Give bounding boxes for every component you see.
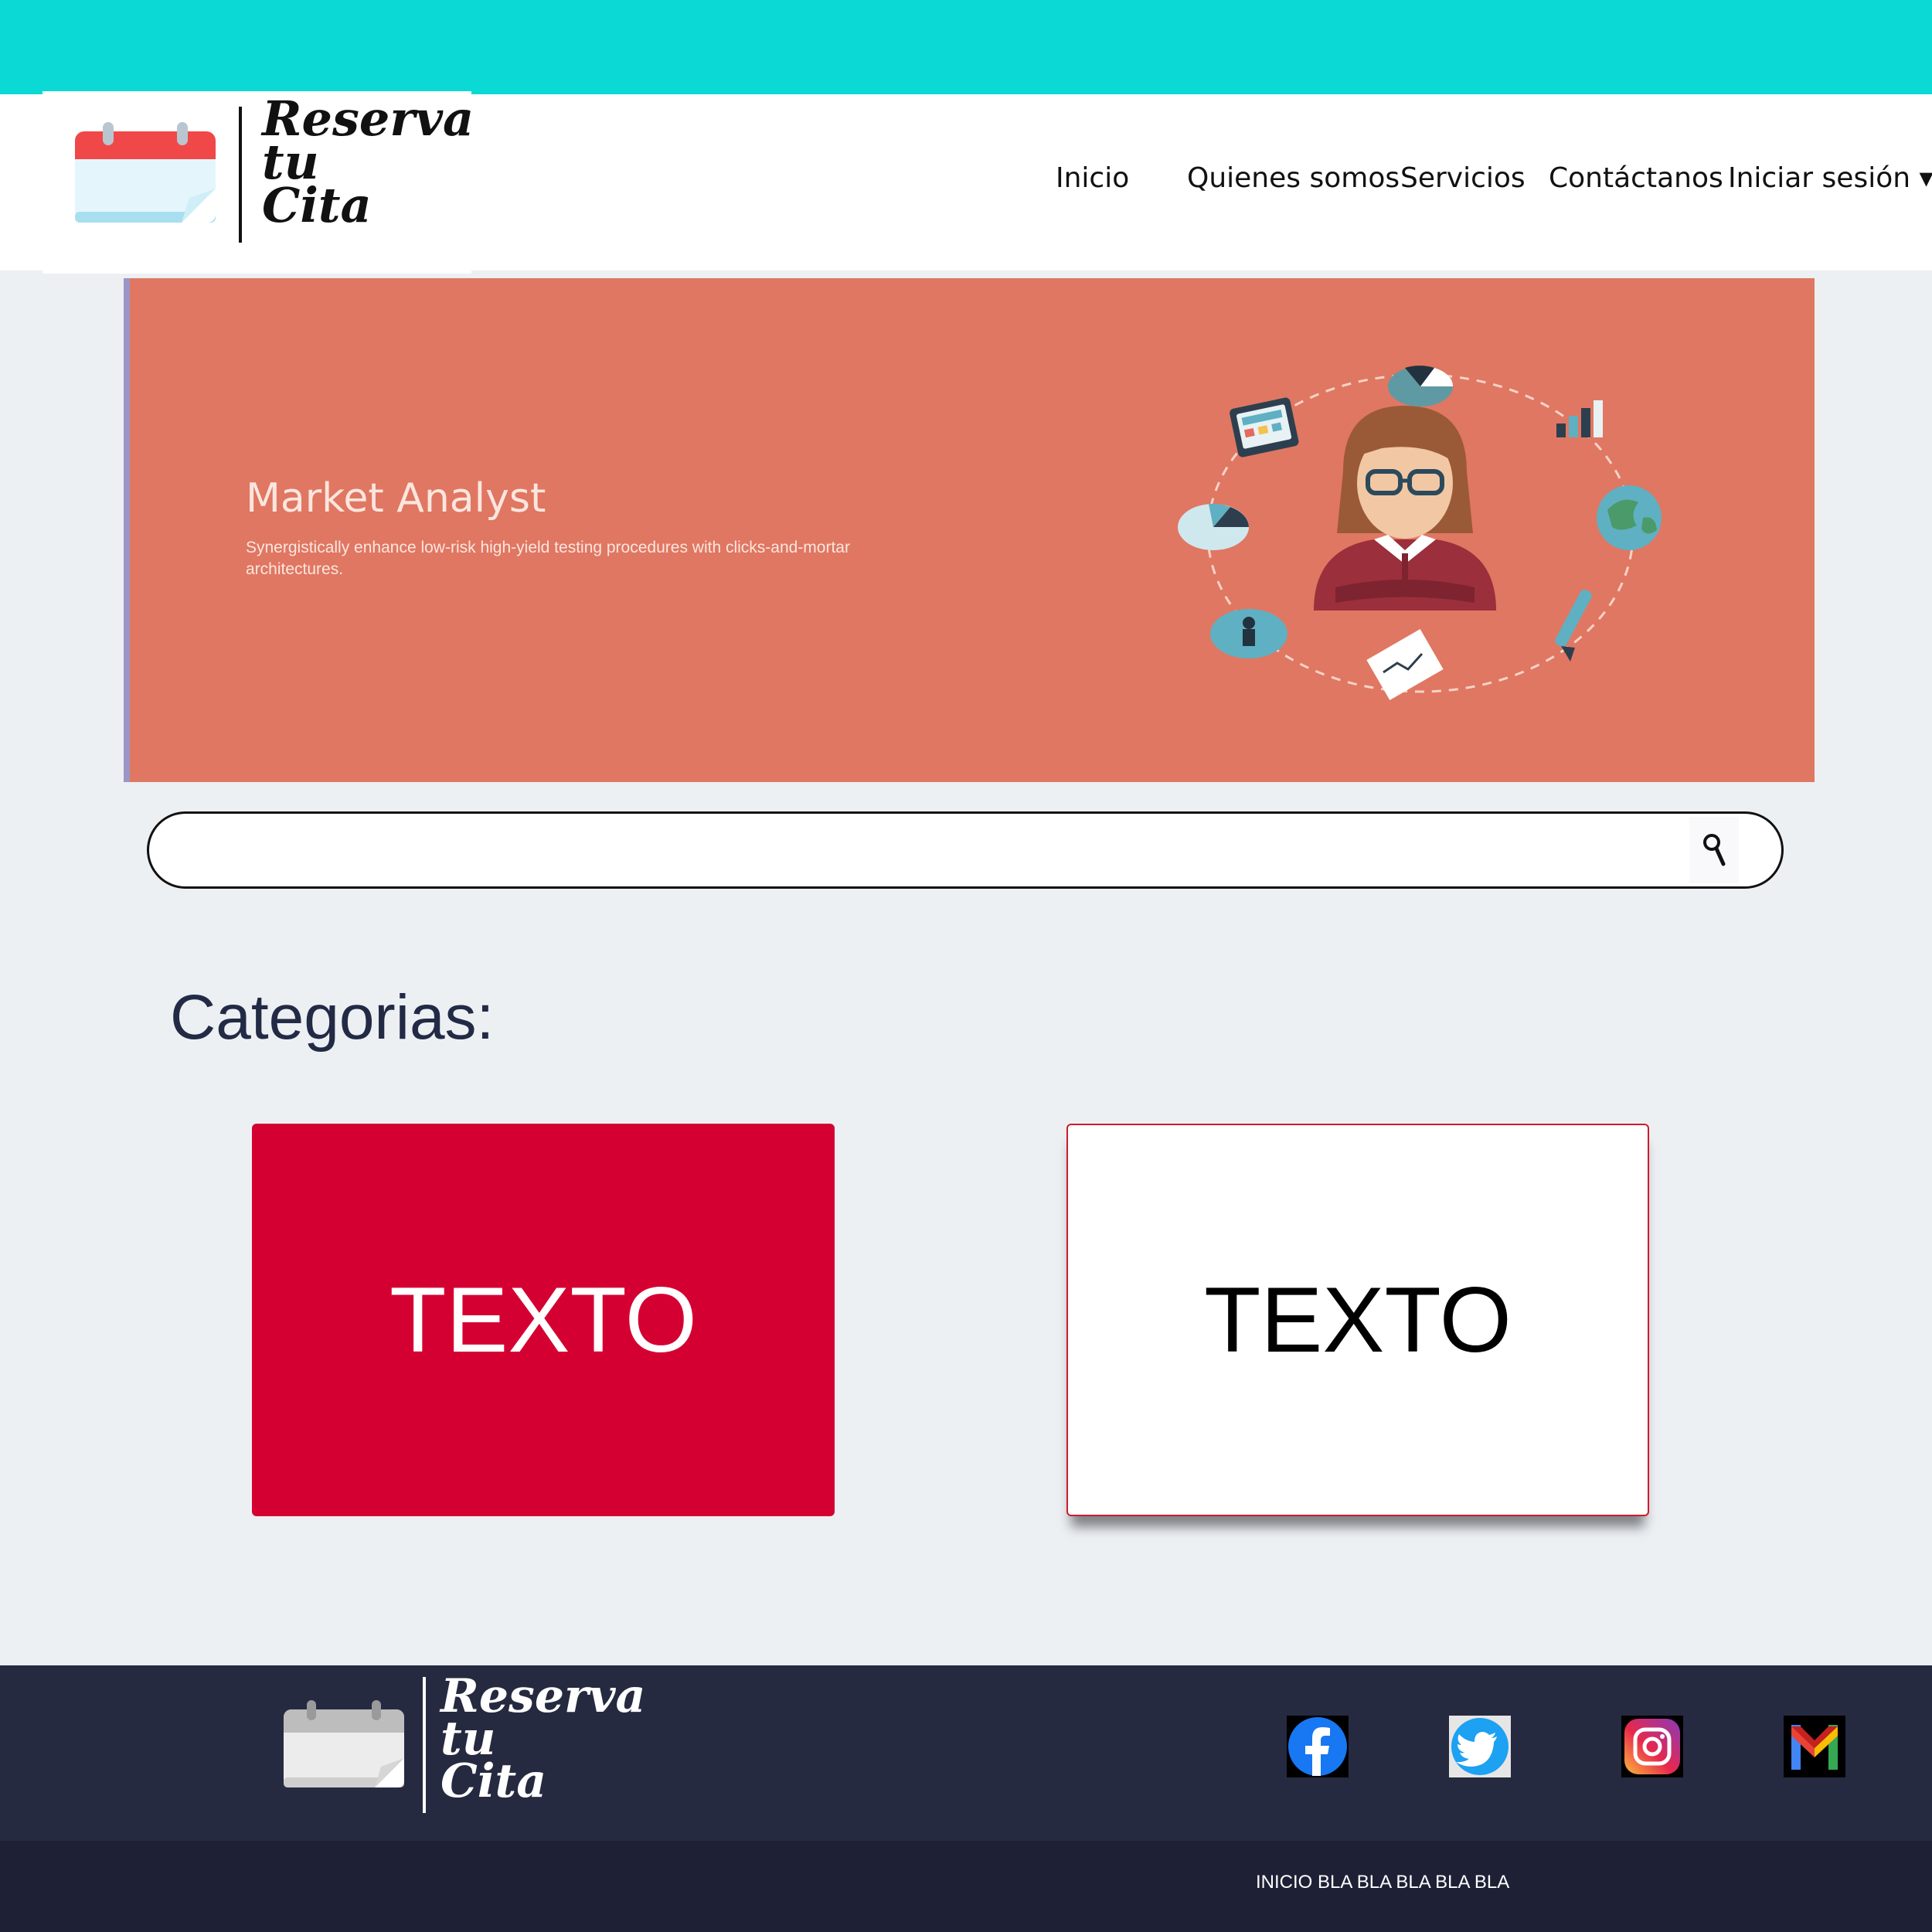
top-accent-bar: [0, 0, 1932, 94]
nav-item-quienes-somos[interactable]: Quienes somos: [1187, 162, 1400, 194]
footer-logo[interactable]: Reserva tu Cita: [282, 1673, 645, 1824]
twitter-icon[interactable]: [1449, 1716, 1511, 1777]
nav-item-inicio[interactable]: Inicio: [1056, 162, 1129, 194]
instagram-icon[interactable]: [1621, 1716, 1683, 1777]
nav-item-contactanos[interactable]: Contáctanos: [1549, 162, 1723, 194]
category-card-2-label: TEXTO: [1204, 1268, 1512, 1372]
categories-title: Categorias:: [170, 982, 495, 1053]
search-icon: [1703, 834, 1726, 866]
search-button[interactable]: [1689, 817, 1739, 883]
hero-title: Market Analyst: [246, 475, 546, 522]
footer-links-text[interactable]: INICIO BLA BLA BLA BLA BLA: [1256, 1872, 1509, 1893]
bottom-bar: [0, 1841, 1932, 1932]
analyst-illustration: [1178, 366, 1662, 700]
nav-item-servicios[interactable]: Servicios: [1400, 162, 1526, 194]
footer-logo-divider: [423, 1677, 426, 1813]
nav-item-iniciar-sesion[interactable]: Iniciar sesión ▾: [1728, 162, 1932, 194]
category-card-1-label: TEXTO: [389, 1268, 697, 1372]
search-input[interactable]: [180, 829, 1651, 874]
search-bar: [147, 811, 1784, 889]
category-card-2[interactable]: TEXTO: [1066, 1124, 1649, 1516]
hero-subtitle: Synergistically enhance low-risk high-yi…: [246, 539, 850, 578]
category-card-1[interactable]: TEXTO: [252, 1124, 835, 1516]
footer-logo-wordmark: Reserva tu Cita: [440, 1673, 645, 1808]
hero-banner: Market Analyst Synergistically enhance l…: [124, 278, 1815, 782]
footer-logo-line3: Cita: [440, 1754, 547, 1808]
gmail-icon[interactable]: [1784, 1716, 1845, 1777]
calendar-icon: [284, 1700, 404, 1787]
main-nav: Inicio Quienes somos Servicios Contáctan…: [0, 162, 1932, 216]
facebook-icon[interactable]: [1287, 1716, 1349, 1777]
